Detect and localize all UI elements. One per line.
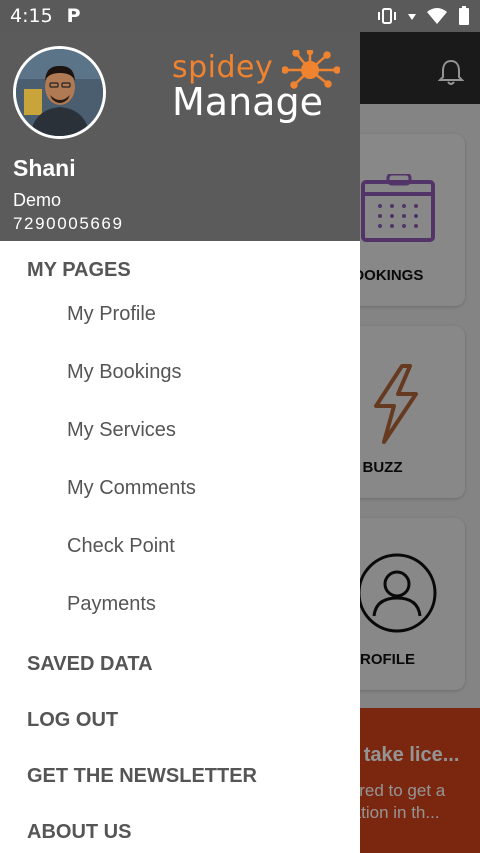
menu-item-my-comments[interactable]: My Comments xyxy=(0,475,360,533)
status-bar: 4:15 P xyxy=(0,0,480,32)
wifi-icon xyxy=(426,7,448,25)
menu-item-check-point[interactable]: Check Point xyxy=(0,533,360,591)
section-my-pages: MY PAGES xyxy=(27,259,131,281)
parking-p-icon: P xyxy=(66,5,81,27)
data-arrows-icon xyxy=(408,11,416,21)
drawer-menu: MY PAGES My Profile My Bookings My Servi… xyxy=(0,241,360,853)
navigation-drawer: spidey Manage Shani Demo 7290005669 MY P… xyxy=(0,32,360,853)
menu-item-my-services[interactable]: My Services xyxy=(0,417,360,475)
vibrate-icon xyxy=(376,7,398,25)
user-role: Demo xyxy=(13,190,62,210)
spidey-manage-logo: spidey Manage xyxy=(172,48,341,121)
user-name: Shani xyxy=(13,155,76,181)
battery-icon xyxy=(458,6,470,26)
menu-about-us[interactable]: ABOUT US xyxy=(0,819,360,853)
menu-item-my-profile[interactable]: My Profile xyxy=(0,301,360,359)
status-time: 4:15 xyxy=(10,5,53,27)
menu-item-payments[interactable]: Payments xyxy=(0,591,360,651)
menu-newsletter[interactable]: GET THE NEWSLETTER xyxy=(0,763,360,819)
avatar[interactable] xyxy=(13,46,106,139)
drawer-header: spidey Manage Shani Demo 7290005669 xyxy=(0,32,360,241)
menu-saved-data[interactable]: SAVED DATA xyxy=(0,651,360,707)
spider-logo-icon xyxy=(281,48,341,95)
menu-log-out[interactable]: LOG OUT xyxy=(0,707,360,763)
menu-item-my-bookings[interactable]: My Bookings xyxy=(0,359,360,417)
user-phone: 7290005669 xyxy=(13,214,124,233)
